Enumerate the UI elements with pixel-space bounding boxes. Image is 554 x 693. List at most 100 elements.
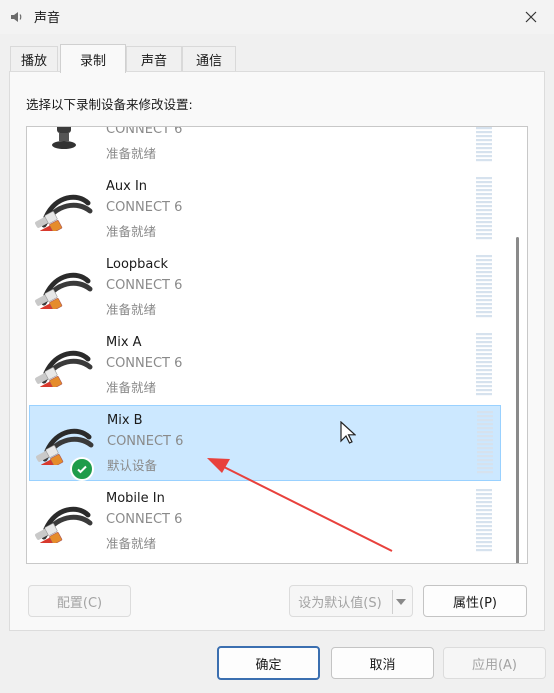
ok-button[interactable]: 确定 <box>217 646 320 680</box>
properties-label: 属性(P) <box>453 595 497 611</box>
rca-cable-icon <box>35 350 93 387</box>
level-segment <box>476 151 492 154</box>
level-segment <box>477 467 493 470</box>
device-status: 准备就绪 <box>106 224 157 239</box>
level-segment <box>476 201 492 204</box>
device-status: 准备就绪 <box>106 536 157 551</box>
set-default-label: 设为默认值(S) <box>298 595 382 611</box>
level-segment <box>477 455 493 458</box>
device-status: 准备就绪 <box>106 146 157 161</box>
level-segment <box>476 345 492 348</box>
level-segment <box>476 143 492 146</box>
close-icon <box>525 11 537 23</box>
level-segment <box>477 423 493 426</box>
chevron-down-icon[interactable] <box>395 598 407 606</box>
tab-sounds[interactable]: 声音 <box>126 46 182 72</box>
level-segment <box>476 311 492 314</box>
device-subtitle: CONNECT 6 <box>106 278 183 293</box>
tab-playback[interactable]: 播放 <box>10 46 58 72</box>
tab-label: 录制 <box>79 53 106 69</box>
level-segment <box>476 189 492 192</box>
level-segment <box>476 135 492 138</box>
set-default-button[interactable]: 设为默认值(S) <box>289 585 413 617</box>
level-segment <box>476 131 492 134</box>
level-segment <box>476 217 492 220</box>
title-bar: 声音 <box>0 0 554 34</box>
tab-label: 通信 <box>195 54 222 69</box>
configure-button[interactable]: 配置(C) <box>28 585 131 617</box>
list-item[interactable]: Loopback CONNECT 6 准备就绪 <box>29 250 501 326</box>
tab-communications[interactable]: 通信 <box>182 46 236 72</box>
level-segment <box>476 267 492 270</box>
level-segment <box>476 193 492 196</box>
level-segment <box>476 181 492 184</box>
level-segment <box>476 139 492 142</box>
list-item[interactable]: CONNECT 6 准备就绪 <box>29 126 501 170</box>
level-meter <box>476 489 492 552</box>
device-name: Loopback <box>106 257 169 272</box>
device-subtitle: CONNECT 6 <box>107 434 184 449</box>
device-name: Aux In <box>106 179 148 194</box>
level-segment <box>476 385 492 388</box>
apply-button[interactable]: 应用(A) <box>443 647 546 679</box>
level-segment <box>476 197 492 200</box>
level-segment <box>476 213 492 216</box>
recording-device-list[interactable]: CONNECT 6 准备就绪 Aux In CONNECT 6 准备就绪 Loo… <box>26 126 528 564</box>
list-item[interactable]: Mix A CONNECT 6 准备就绪 <box>29 328 501 404</box>
level-segment <box>476 159 492 162</box>
level-segment <box>476 489 492 492</box>
device-subtitle: CONNECT 6 <box>106 126 183 137</box>
level-segment <box>476 299 492 302</box>
level-segment <box>477 463 493 466</box>
level-segment <box>476 549 492 552</box>
speaker-icon <box>11 12 22 22</box>
properties-button[interactable]: 属性(P) <box>423 585 527 617</box>
level-segment <box>476 373 492 376</box>
level-segment <box>476 147 492 150</box>
level-segment <box>476 505 492 508</box>
level-segment <box>476 377 492 380</box>
level-segment <box>477 451 493 454</box>
level-segment <box>477 459 493 462</box>
level-segment <box>476 537 492 540</box>
level-segment <box>476 225 492 228</box>
level-segment <box>477 435 493 438</box>
list-item[interactable]: Aux In CONNECT 6 准备就绪 <box>29 172 501 248</box>
tab-recording[interactable]: 录制 <box>60 44 126 73</box>
level-segment <box>477 447 493 450</box>
scrollbar-thumb[interactable] <box>516 237 519 563</box>
level-segment <box>476 361 492 364</box>
cancel-label: 取消 <box>369 657 396 673</box>
level-meter <box>477 411 493 474</box>
level-segment <box>476 233 492 236</box>
level-segment <box>476 259 492 262</box>
level-segment <box>476 353 492 356</box>
mouse-cursor-icon <box>340 421 356 444</box>
close-button[interactable] <box>516 4 546 30</box>
split-divider <box>392 590 393 614</box>
level-meter <box>476 255 492 318</box>
cancel-button[interactable]: 取消 <box>331 647 434 679</box>
device-status: 准备就绪 <box>106 380 157 395</box>
level-meter <box>476 333 492 396</box>
level-segment <box>477 431 493 434</box>
device-name: Mobile In <box>106 491 165 506</box>
level-segment <box>477 439 493 442</box>
level-segment <box>476 501 492 504</box>
microphone-icon <box>52 127 76 149</box>
level-segment <box>476 271 492 274</box>
level-segment <box>476 533 492 536</box>
tab-label: 声音 <box>140 54 167 69</box>
level-segment <box>476 205 492 208</box>
level-segment <box>476 525 492 528</box>
level-segment <box>476 279 492 282</box>
level-segment <box>476 155 492 158</box>
level-segment <box>476 291 492 294</box>
level-segment <box>476 393 492 396</box>
list-item[interactable]: Mobile In CONNECT 6 准备就绪 <box>29 484 501 560</box>
level-segment <box>476 521 492 524</box>
device-name: Mix B <box>107 413 143 428</box>
level-segment <box>476 529 492 532</box>
level-segment <box>476 287 492 290</box>
list-item-selected[interactable]: Mix B CONNECT 6 默认设备 <box>29 405 501 481</box>
